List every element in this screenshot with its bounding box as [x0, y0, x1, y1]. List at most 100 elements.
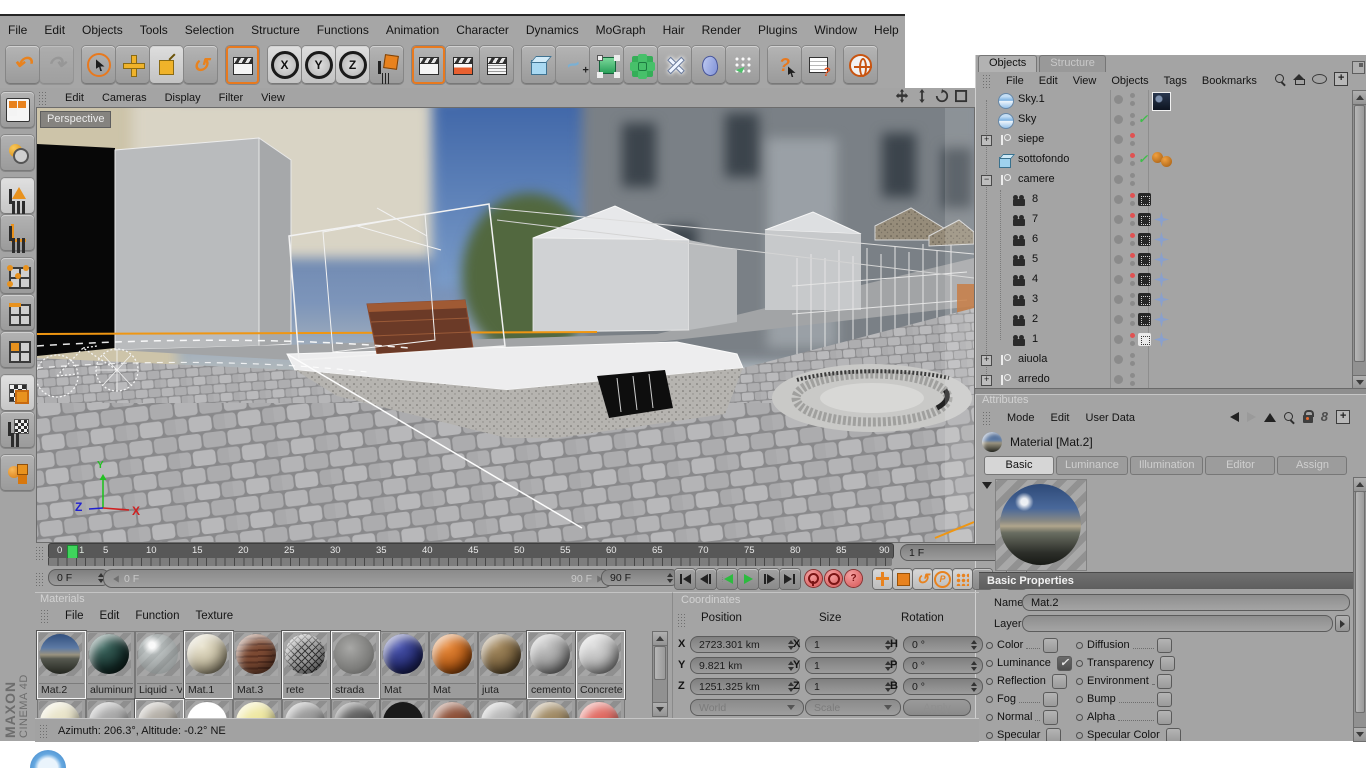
snap-settings-button[interactable] [1, 455, 34, 491]
tree-row-sky1[interactable]: Sky.1 [978, 90, 1352, 111]
render-settings-button[interactable] [480, 46, 513, 84]
tab-basic[interactable]: Basic [984, 456, 1054, 475]
tree-row-arredo[interactable]: arredo [978, 370, 1352, 388]
attributes-scrollbar[interactable] [1353, 477, 1366, 742]
target-tag-icon[interactable] [1138, 193, 1151, 206]
scroll-up-icon[interactable] [653, 632, 667, 646]
om-menu-view[interactable]: View [1073, 75, 1097, 87]
position-x-field[interactable]: 2723.301 km [690, 636, 800, 653]
polygon-mode-button[interactable] [1, 332, 34, 368]
material-preview[interactable] [995, 479, 1087, 571]
target-tag-icon[interactable] [1138, 213, 1151, 226]
toggle-view-icon[interactable] [955, 89, 968, 103]
coordinate-system-select[interactable]: World [690, 699, 804, 716]
render-visibility-dot[interactable] [1130, 181, 1135, 186]
add-cube-button[interactable] [522, 46, 555, 84]
y-axis-lock-button[interactable]: Y [302, 46, 335, 84]
material-item[interactable]: Mat.1 [184, 631, 233, 699]
enable-dot[interactable] [1114, 135, 1123, 144]
z-axis-lock-button[interactable]: Z [336, 46, 369, 84]
scale-mode-select[interactable]: Scale [805, 699, 901, 716]
tree-row-camera-8[interactable]: 8 [978, 190, 1352, 210]
checkbox[interactable] [1043, 637, 1058, 653]
drag-handle[interactable] [39, 723, 48, 738]
enable-dot[interactable] [1114, 335, 1123, 344]
tab-luminance[interactable]: Luminance [1056, 456, 1128, 475]
tree-row-camera-1[interactable]: 1 [978, 330, 1352, 350]
om-menu-tags[interactable]: Tags [1164, 75, 1187, 87]
tree-row-camera-4[interactable]: 4 [978, 270, 1352, 290]
key-scale-button[interactable] [893, 569, 912, 589]
channel-diffusion[interactable]: Diffusion [1076, 637, 1172, 653]
channel-environment[interactable]: Environment [1076, 673, 1172, 689]
lock-icon[interactable] [1302, 410, 1314, 423]
render-visibility-dot[interactable] [1130, 261, 1135, 266]
key-position-button[interactable] [873, 569, 892, 589]
model-mode-button[interactable] [1, 178, 34, 214]
search-icon[interactable] [1283, 411, 1295, 423]
menu-mograph[interactable]: MoGraph [596, 23, 646, 37]
keyframe-selection-button[interactable]: ? [845, 570, 862, 587]
material-item[interactable]: Liquid - V [135, 631, 184, 699]
checkbox[interactable] [1157, 637, 1172, 653]
texture-mode-button[interactable] [1, 375, 34, 411]
star-tag-icon[interactable] [1154, 332, 1169, 347]
scale-tool-button[interactable] [150, 46, 183, 84]
editor-visibility-dot[interactable] [1130, 113, 1135, 118]
eye-icon[interactable] [1312, 74, 1327, 84]
menu-hair[interactable]: Hair [663, 23, 685, 37]
redo-button[interactable]: ↷ [40, 46, 73, 84]
tab-editor[interactable]: Editor [1205, 456, 1276, 475]
tree-row-camera-2[interactable]: 2 [978, 310, 1352, 330]
drag-handle[interactable] [35, 572, 44, 586]
menu-objects[interactable]: Objects [82, 23, 123, 37]
material-item[interactable] [478, 699, 527, 719]
history-back-icon[interactable] [1229, 412, 1239, 422]
om-menu-file[interactable]: File [1006, 75, 1024, 87]
attr-menu-mode[interactable]: Mode [1007, 412, 1035, 424]
drag-handle[interactable] [982, 411, 991, 425]
help-button[interactable]: ? [768, 46, 801, 84]
scrollbar-thumb[interactable] [1354, 105, 1365, 362]
material-item[interactable]: strada [331, 631, 380, 699]
enable-dot[interactable] [1114, 275, 1123, 284]
enable-dot[interactable] [1114, 295, 1123, 304]
editor-visibility-dot[interactable] [1130, 333, 1135, 338]
tree-row-camera-3[interactable]: 3 [978, 290, 1352, 310]
editor-visibility-dot[interactable] [1130, 233, 1135, 238]
checkbox[interactable] [1046, 727, 1062, 741]
star-tag-icon[interactable] [1154, 312, 1169, 327]
history-forward-icon[interactable] [1246, 412, 1256, 422]
undo-button[interactable]: ↶ [6, 46, 39, 84]
editor-visibility-dot[interactable] [1130, 153, 1135, 158]
current-frame-field[interactable]: 0 F [48, 569, 110, 586]
tab-assign[interactable]: Assign [1277, 456, 1348, 475]
render-visibility-dot[interactable] [1130, 141, 1135, 146]
enable-dot[interactable] [1114, 155, 1123, 164]
range-left-arrow-icon[interactable] [113, 575, 119, 582]
material-item[interactable] [135, 699, 184, 719]
layout-button[interactable] [1, 92, 34, 128]
material-item[interactable] [282, 699, 331, 719]
editor-visibility-dot[interactable] [1130, 173, 1135, 178]
menu-help[interactable]: Help [874, 23, 899, 37]
checkbox[interactable] [1157, 709, 1172, 725]
make-editable-button[interactable] [1, 135, 34, 171]
target-tag-icon[interactable] [1138, 233, 1151, 246]
rotate-view-icon[interactable] [935, 89, 949, 103]
material-item[interactable] [576, 699, 625, 719]
position-z-field[interactable]: 1251.325 km [690, 678, 800, 695]
menu-window[interactable]: Window [814, 23, 857, 37]
star-tag-icon[interactable] [1154, 232, 1169, 247]
size-y-field[interactable]: 1 [805, 657, 897, 674]
record-keyframe-button[interactable] [805, 570, 822, 587]
rotation-h-field[interactable]: 0 ° [903, 636, 983, 653]
position-y-field[interactable]: 9.821 km [690, 657, 800, 674]
material-item[interactable]: Mat [380, 631, 429, 699]
key-rotation-button[interactable]: ↺ [913, 569, 932, 589]
render-picture-viewer-button[interactable] [446, 46, 479, 84]
home-icon[interactable] [1293, 73, 1305, 85]
apply-button[interactable]: Apply [903, 699, 971, 716]
editor-visibility-dot[interactable] [1130, 373, 1135, 378]
live-selection-button[interactable] [82, 46, 115, 84]
